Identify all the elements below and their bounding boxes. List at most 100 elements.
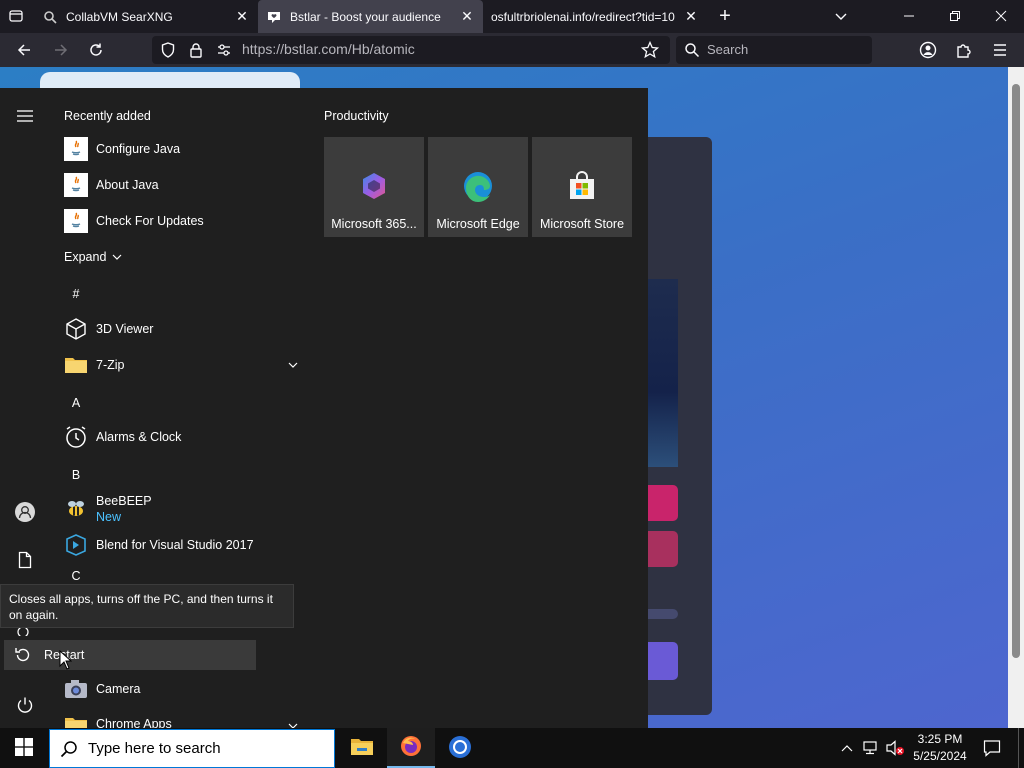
searxng-icon [42, 9, 58, 25]
extensions-icon[interactable] [951, 37, 977, 63]
java-icon [64, 173, 88, 197]
page-divider [648, 609, 678, 619]
tile-microsoft-edge[interactable]: Microsoft Edge [428, 137, 528, 237]
list-all-tabs-icon[interactable] [828, 3, 854, 29]
power-icon[interactable] [5, 685, 45, 725]
url-text[interactable]: https://bstlar.com/Hb/atomic [242, 41, 415, 57]
start-button[interactable] [0, 728, 48, 768]
tile-label: Microsoft 365... [331, 217, 417, 231]
search-icon [679, 37, 705, 63]
expand-button[interactable]: Expand [56, 239, 136, 275]
search-icon [60, 740, 78, 758]
notifications-icon[interactable] [978, 728, 1006, 768]
alarm-clock-icon [64, 425, 88, 449]
tile-microsoft-365[interactable]: Microsoft 365... [324, 137, 424, 237]
page-button[interactable] [648, 531, 678, 567]
restart-menu-item[interactable]: Restart [4, 640, 256, 670]
app-label: 3D Viewer [96, 322, 154, 336]
app-configure-java[interactable]: Configure Java [56, 131, 306, 167]
tab-redirect[interactable]: osfultrbriolenai.info/redirect?tid=10 ✕ [483, 0, 707, 33]
app-label: About Java [96, 178, 159, 192]
close-tab-icon[interactable]: ✕ [459, 8, 475, 25]
minimize-icon[interactable] [896, 3, 922, 29]
restore-icon[interactable] [942, 3, 968, 29]
app-camera[interactable]: Camera [56, 671, 306, 707]
user-account-icon[interactable] [5, 492, 45, 532]
group-header-a[interactable]: A [56, 385, 96, 421]
bookmark-star-icon[interactable] [637, 37, 663, 63]
new-badge: New [96, 510, 122, 524]
java-icon [64, 209, 88, 233]
store-icon [565, 169, 599, 203]
app-check-for-updates[interactable]: Check For Updates [56, 203, 306, 239]
network-icon[interactable] [860, 728, 882, 768]
app-about-java[interactable]: About Java [56, 167, 306, 203]
app-label: Check For Updates [96, 214, 204, 228]
new-tab-button[interactable]: + [712, 3, 738, 29]
chevron-down-icon[interactable] [288, 719, 298, 728]
tab-title: CollabVM SearXNG [66, 9, 173, 24]
firefox-icon [399, 734, 423, 761]
taskbar-chrome[interactable] [436, 728, 484, 768]
chevron-down-icon [112, 250, 122, 264]
tracking-protection-icon[interactable] [155, 37, 181, 63]
group-header-b[interactable]: B [56, 457, 96, 493]
close-tab-icon[interactable]: ✕ [234, 8, 250, 25]
tile-label: Microsoft Edge [436, 217, 520, 231]
chrome-icon [448, 735, 472, 762]
restart-icon [12, 644, 34, 666]
tile-label: Microsoft Store [539, 217, 625, 231]
expand-label: Expand [64, 250, 107, 264]
app-label: BeeBEEP [96, 494, 152, 508]
taskbar-file-explorer[interactable] [338, 728, 386, 768]
app-alarms-clock[interactable]: Alarms & Clock [56, 419, 306, 455]
app-label: Blend for Visual Studio 2017 [96, 538, 254, 552]
page-button[interactable] [648, 485, 678, 521]
chevron-down-icon[interactable] [288, 358, 298, 372]
file-explorer-icon [350, 737, 374, 760]
taskbar-search-box[interactable]: Type here to search [49, 729, 335, 768]
search-bar[interactable] [676, 36, 872, 64]
tab-collabvm-searxng[interactable]: CollabVM SearXNG ✕ [34, 0, 258, 33]
permissions-icon[interactable] [211, 37, 237, 63]
forward-icon[interactable] [48, 37, 74, 63]
close-window-icon[interactable] [988, 3, 1014, 29]
app-3d-viewer[interactable]: 3D Viewer [56, 311, 306, 347]
page-button[interactable] [648, 642, 678, 680]
page-screenshot-image [648, 279, 678, 467]
java-icon [64, 137, 88, 161]
taskbar-search-placeholder: Type here to search [88, 740, 221, 757]
folder-icon [64, 717, 88, 728]
sleep-icon[interactable] [16, 628, 30, 636]
lock-icon[interactable] [183, 37, 209, 63]
group-header-c[interactable]: C [56, 566, 96, 586]
show-hidden-icons-chevron-up-icon[interactable] [838, 728, 856, 768]
documents-icon[interactable] [5, 540, 45, 580]
tab-bstlar[interactable]: Bstlar - Boost your audience ✕ [258, 0, 483, 33]
account-icon[interactable] [915, 37, 941, 63]
search-placeholder[interactable]: Search [707, 42, 748, 57]
mouse-cursor-icon [59, 649, 73, 673]
firefox-view-icon[interactable] [3, 3, 29, 29]
back-icon[interactable] [11, 37, 37, 63]
taskbar-clock[interactable]: 3:25 PM 5/25/2024 [900, 731, 980, 765]
app-label: Camera [96, 682, 141, 696]
recently-added-heading: Recently added [64, 109, 151, 123]
taskbar-firefox[interactable] [387, 728, 435, 768]
cube-icon [64, 317, 88, 341]
close-tab-icon[interactable]: ✕ [683, 8, 699, 25]
app-blend-visual-studio[interactable]: Blend for Visual Studio 2017 [56, 527, 306, 563]
microsoft-365-icon [357, 169, 391, 203]
show-desktop-button[interactable] [1018, 728, 1024, 768]
app-7zip-folder[interactable]: 7-Zip [56, 347, 306, 383]
windows-logo-icon [15, 737, 33, 759]
hamburger-icon[interactable] [5, 96, 45, 136]
app-menu-icon[interactable] [987, 37, 1013, 63]
app-beebeep[interactable]: BeeBEEP New [56, 491, 306, 527]
app-label: Chrome Apps [96, 717, 172, 728]
group-header-hash[interactable]: # [56, 276, 96, 312]
tile-microsoft-store[interactable]: Microsoft Store [532, 137, 632, 237]
app-chrome-apps-folder[interactable]: Chrome Apps [56, 707, 306, 728]
scrollbar-thumb[interactable] [1012, 84, 1020, 658]
reload-icon[interactable] [83, 37, 109, 63]
